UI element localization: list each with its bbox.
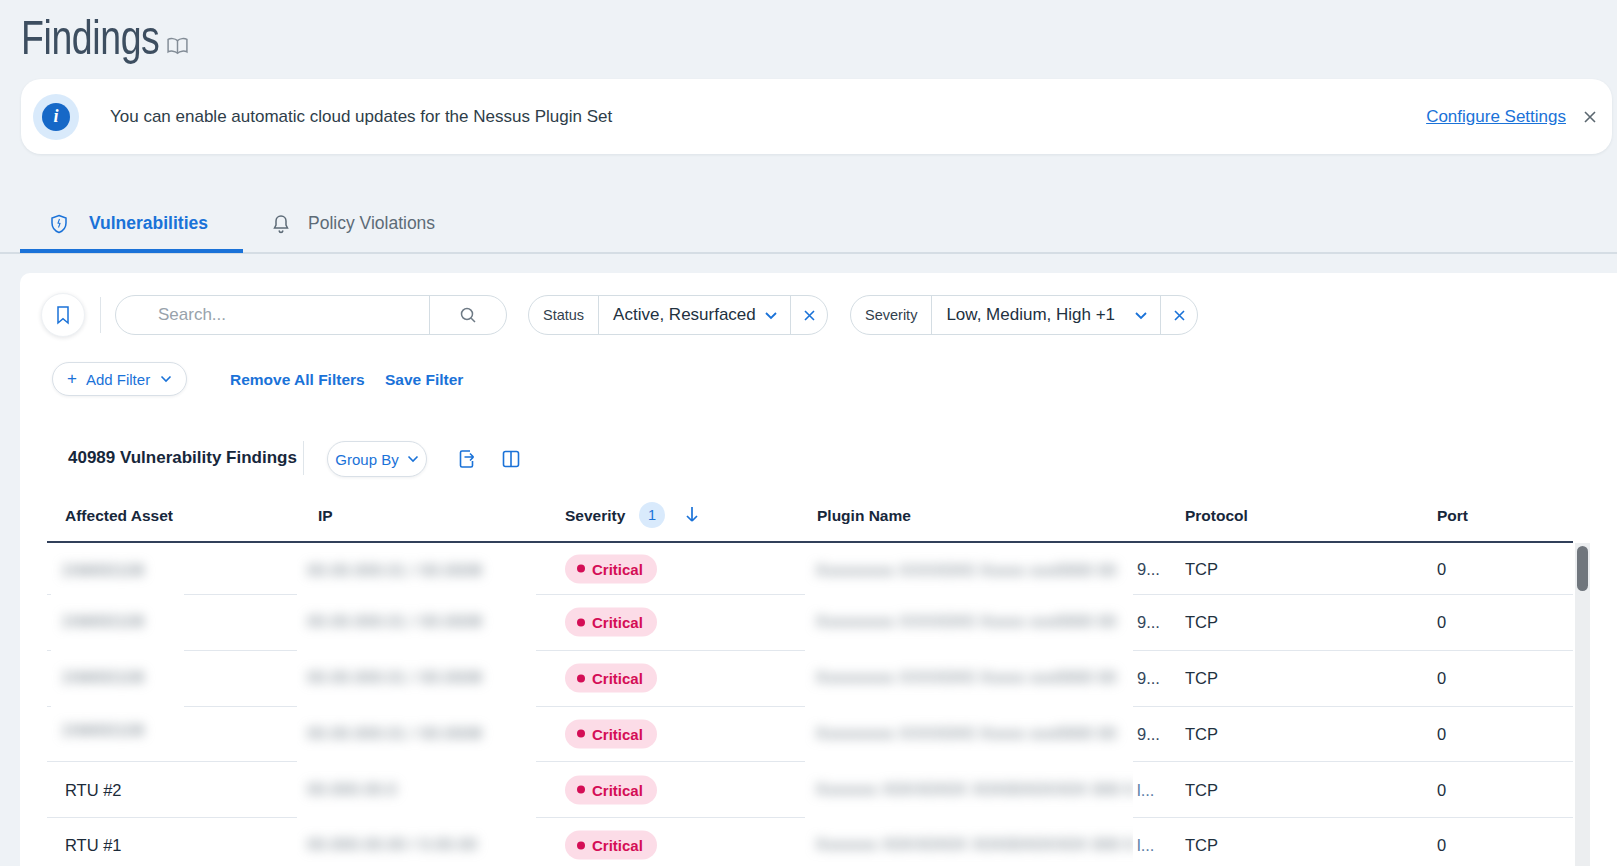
info-banner: i You can enable automatic cloud updates… <box>21 79 1612 154</box>
protocol-cell: TCP <box>1185 613 1218 632</box>
group-by-label: Group By <box>335 451 398 468</box>
search-button[interactable] <box>429 296 506 334</box>
divider <box>303 441 304 475</box>
asset-name[interactable]: RTU #2 <box>65 780 122 799</box>
chevron-down-icon[interactable] <box>1134 311 1148 320</box>
filter-pill-severity-remove-icon[interactable] <box>1161 309 1197 322</box>
bookmark-icon <box>55 305 71 325</box>
sort-desc-arrow-icon[interactable] <box>684 505 700 529</box>
filter-pill-severity-value[interactable]: Low, Medium, High +1 <box>946 305 1115 325</box>
asset-name[interactable]: RTU #1 <box>65 836 122 855</box>
filter-pill-status-value[interactable]: Active, Resurfaced <box>613 305 756 325</box>
table-row[interactable]: 1NM0010800.00.000.01 / 00.0008CriticalXx… <box>47 651 1573 707</box>
configure-settings-link[interactable]: Configure Settings <box>1426 107 1566 127</box>
chevron-down-icon <box>160 375 172 383</box>
table-row[interactable]: RTU #100.000.00.00 / 0.00.00CriticalXxxx… <box>47 818 1573 866</box>
port-cell: 0 <box>1437 669 1446 688</box>
table-scrollbar[interactable] <box>1575 543 1590 866</box>
port-cell: 0 <box>1437 559 1446 578</box>
add-filter-button[interactable]: + Add Filter <box>52 362 187 396</box>
filter-pill-severity: Severity Low, Medium, High +1 <box>850 295 1198 335</box>
add-filter-label: Add Filter <box>86 371 150 388</box>
filter-pill-status-label: Status <box>529 307 584 323</box>
banner-close-icon[interactable] <box>1582 109 1598 125</box>
col-header-severity[interactable]: Severity <box>565 507 625 525</box>
protocol-cell: TCP <box>1185 669 1218 688</box>
protocol-cell: TCP <box>1185 836 1218 855</box>
severity-dot-icon <box>577 674 585 682</box>
severity-dot-icon <box>577 841 585 849</box>
findings-count: 40989 Vulnerability Findings <box>68 448 297 468</box>
active-tab-underline <box>20 249 243 253</box>
saved-filters-button[interactable] <box>41 293 85 337</box>
redacted-ip: 00.000.00.00 / 0.00.00 <box>297 813 536 866</box>
severity-dot-icon <box>577 786 585 794</box>
col-header-port[interactable]: Port <box>1437 507 1468 525</box>
port-cell: 0 <box>1437 836 1446 855</box>
redacted-asset: 1NM00108 <box>51 702 184 761</box>
plugin-name-tail[interactable]: 9... <box>1137 724 1160 743</box>
save-filter-link[interactable]: Save Filter <box>385 371 463 389</box>
severity-dot-icon <box>577 730 585 738</box>
table-row[interactable]: 1NM0010800.00.000.01 / 00.0008CriticalXx… <box>47 707 1573 763</box>
search-box <box>115 295 507 335</box>
search-icon <box>458 305 478 325</box>
docs-book-icon[interactable] <box>166 36 189 61</box>
port-cell: 0 <box>1437 724 1446 743</box>
plus-icon: + <box>67 369 77 389</box>
tab-policy-violations-label: Policy Violations <box>308 213 435 234</box>
severity-badge: Critical <box>565 775 657 804</box>
col-header-plugin-name[interactable]: Plugin Name <box>817 507 911 525</box>
bell-icon <box>272 214 290 234</box>
export-icon[interactable] <box>456 448 478 470</box>
plugin-name-tail[interactable]: 9... <box>1137 669 1160 688</box>
protocol-cell: TCP <box>1185 724 1218 743</box>
severity-badge: Critical <box>565 831 657 860</box>
page-title: Findings <box>21 10 159 65</box>
group-by-button[interactable]: Group By <box>327 441 427 477</box>
port-cell: 0 <box>1437 780 1446 799</box>
sort-order-badge: 1 <box>639 502 665 528</box>
protocol-cell: TCP <box>1185 559 1218 578</box>
plugin-name-tail[interactable]: 9... <box>1137 613 1160 632</box>
table-row[interactable]: 1NM0010800.00.000.01 / 00.0008CriticalXx… <box>47 543 1573 595</box>
table-body: 1NM0010800.00.000.01 / 00.0008CriticalXx… <box>47 541 1573 866</box>
protocol-cell: TCP <box>1185 780 1218 799</box>
table-row[interactable]: 1NM0010800.00.000.01 / 00.0008CriticalXx… <box>47 595 1573 651</box>
tab-vulnerabilities[interactable]: Vulnerabilities <box>50 195 208 252</box>
port-cell: 0 <box>1437 613 1446 632</box>
shield-icon <box>50 214 68 234</box>
col-header-protocol[interactable]: Protocol <box>1185 507 1248 525</box>
filter-pill-status-remove-icon[interactable] <box>791 309 827 322</box>
banner-message: You can enable automatic cloud updates f… <box>110 107 612 127</box>
col-header-ip[interactable]: IP <box>318 507 333 525</box>
divider <box>100 297 101 333</box>
tab-policy-violations[interactable]: Policy Violations <box>272 195 435 252</box>
severity-dot-icon <box>577 565 585 573</box>
columns-icon[interactable] <box>501 449 521 469</box>
info-icon: i <box>33 94 79 140</box>
tab-vulnerabilities-label: Vulnerabilities <box>89 213 208 234</box>
search-input[interactable] <box>116 305 429 325</box>
remove-all-filters-link[interactable]: Remove All Filters <box>230 371 365 389</box>
severity-dot-icon <box>577 618 585 626</box>
redacted-plugin-name: Xxxxxxx X0XX0X0X X0X00X0XX0X 000 0 <box>805 813 1133 866</box>
severity-badge: Critical <box>565 554 657 583</box>
col-header-affected-asset[interactable]: Affected Asset <box>65 507 173 525</box>
plugin-name-tail[interactable]: 9... <box>1137 559 1160 578</box>
chevron-down-icon <box>407 455 419 463</box>
filter-pill-severity-label: Severity <box>851 307 917 323</box>
plugin-name-tail[interactable]: l... <box>1137 780 1154 799</box>
table-row[interactable]: RTU #200.000.00.0CriticalXxxxxxx X0XX0X0… <box>47 762 1573 818</box>
severity-badge: Critical <box>565 608 657 637</box>
findings-page: Findings i You can enable automatic clou… <box>0 0 1617 866</box>
scrollbar-thumb[interactable] <box>1577 546 1588 591</box>
severity-badge: Critical <box>565 719 657 748</box>
plugin-name-tail[interactable]: l... <box>1137 836 1154 855</box>
chevron-down-icon[interactable] <box>764 311 778 320</box>
severity-badge: Critical <box>565 664 657 693</box>
filter-pill-status: Status Active, Resurfaced <box>528 295 828 335</box>
